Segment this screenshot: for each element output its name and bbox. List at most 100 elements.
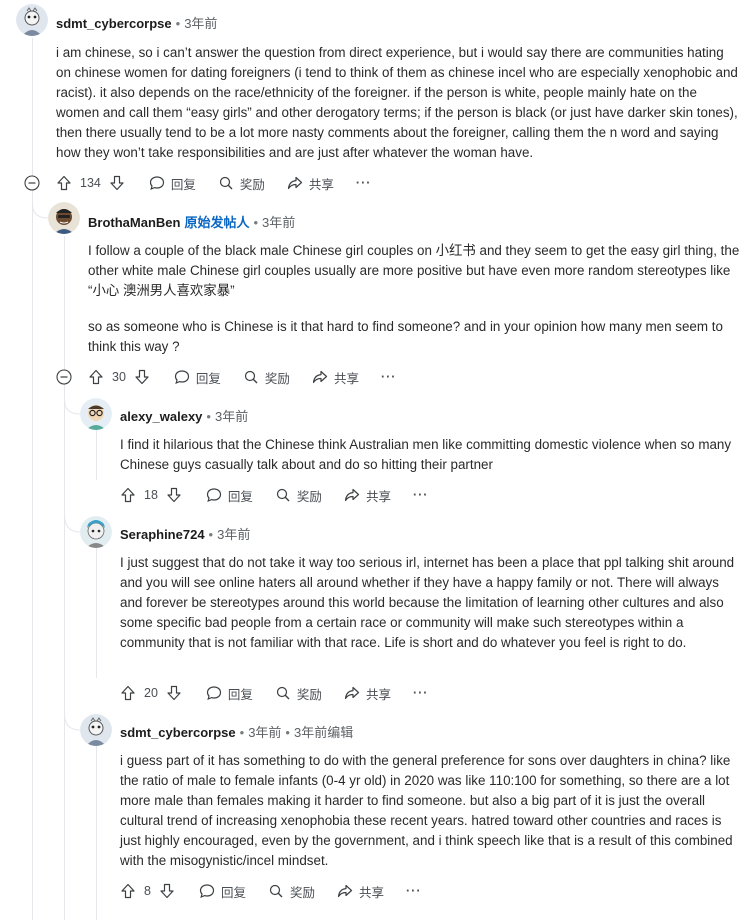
reply-button[interactable]: 回复 [199,882,246,901]
share-button[interactable]: 共享 [344,486,391,505]
share-button[interactable]: 共享 [337,882,384,901]
username[interactable]: sdmt_cybercorpse [120,725,236,740]
thread-line [96,546,97,678]
comment-actions: 134 回复 奖励 共享 ··· [56,172,371,194]
timestamp[interactable]: 3年前 [217,524,250,543]
username[interactable]: Seraphine724 [120,527,205,542]
more-options-button[interactable]: ··· [413,686,429,700]
collapse-minus-icon[interactable] [56,369,72,385]
comment-paragraph: I follow a couple of the black male Chin… [88,243,740,298]
vote-group: 30 [88,369,150,385]
comment-actions: 30 回复 奖励 共享 ··· [88,366,396,388]
share-arrow-icon [312,370,328,384]
award-icon [276,488,290,502]
share-arrow-icon [344,488,360,502]
reply-button[interactable]: 回复 [149,174,196,193]
comment-meta: sdmt_cybercorpse • 3年前 • 3年前编辑 [120,722,353,741]
avatar[interactable] [48,202,80,234]
reply-button[interactable]: 回复 [206,684,253,703]
award-button[interactable]: 奖励 [218,174,265,193]
share-button[interactable]: 共享 [312,368,359,387]
vote-group: 134 [56,175,125,191]
vote-count: 134 [80,176,101,190]
comment-bubble-icon [199,884,215,899]
comment-body: I find it hilarious that the Chinese thi… [120,435,744,475]
downvote-icon[interactable] [109,175,125,191]
upvote-icon[interactable] [120,685,136,701]
thread-line [96,428,97,480]
more-options-button[interactable]: ··· [356,176,372,190]
timestamp[interactable]: 3年前 [248,722,281,741]
comment-meta: alexy_walexy • 3年前 [120,406,248,425]
vote-group: 20 [120,685,182,701]
comment-body: I just suggest that do not take it way t… [120,553,744,653]
award-button[interactable]: 奖励 [275,684,322,703]
upvote-icon[interactable] [88,369,104,385]
upvote-icon[interactable] [120,487,136,503]
award-button[interactable]: 奖励 [243,368,290,387]
comment-paragraph: I just suggest that do not take it way t… [120,555,735,650]
comment-body: I follow a couple of the black male Chin… [88,241,744,357]
more-options-button[interactable]: ··· [413,488,429,502]
comment-body: i am chinese, so i can’t answer the ques… [56,43,742,163]
comment-meta: sdmt_cybercorpse • 3年前 [56,13,217,32]
edited-label: 3年前编辑 [293,725,354,740]
award-icon [219,176,233,190]
timestamp[interactable]: 3年前 [184,13,217,32]
share-arrow-icon [344,686,360,700]
comment-bubble-icon [206,686,222,701]
comment-paragraph: I find it hilarious that the Chinese thi… [120,437,732,472]
reply-button[interactable]: 回复 [206,486,253,505]
vote-count: 30 [112,370,126,384]
downvote-icon[interactable] [159,883,175,899]
op-badge: 原始发帖人 [184,215,250,230]
downvote-icon[interactable] [166,487,182,503]
comment-paragraph: so as someone who is Chinese is it that … [88,319,723,354]
reply-button[interactable]: 回复 [174,368,221,387]
thread-line [32,38,33,920]
thread-line [96,742,97,920]
username[interactable]: alexy_walexy [120,409,202,424]
vote-count: 8 [144,884,151,898]
username[interactable]: sdmt_cybercorpse [56,16,172,31]
comment-bubble-icon [174,370,190,385]
downvote-icon[interactable] [166,685,182,701]
timestamp[interactable]: 3年前 [262,212,295,231]
comment-paragraph: i guess part of it has something to do w… [120,753,733,868]
thread-line [64,236,65,920]
comment-meta: BrothaManBen 原始发帖人 • 3年前 [88,212,295,231]
comment-bubble-icon [206,488,222,503]
upvote-icon[interactable] [56,175,72,191]
award-icon [269,884,283,898]
more-options-button[interactable]: ··· [381,370,397,384]
comment-paragraph: i am chinese, so i can’t answer the ques… [56,45,738,160]
vote-group: 8 [120,883,175,899]
comment-actions: 20 回复 奖励 共享 ··· [120,682,428,704]
collapse-minus-icon[interactable] [24,175,40,191]
award-button[interactable]: 奖励 [275,486,322,505]
vote-count: 20 [144,686,158,700]
avatar[interactable] [80,714,112,746]
share-button[interactable]: 共享 [287,174,334,193]
comment-bubble-icon [149,176,164,191]
share-button[interactable]: 共享 [344,684,391,703]
more-options-button[interactable]: ··· [406,884,422,898]
share-arrow-icon [337,884,353,898]
timestamp[interactable]: 3年前 [215,406,248,425]
downvote-icon[interactable] [134,369,150,385]
username[interactable]: BrothaManBen [88,215,180,230]
comment-actions: 18 回复 奖励 共享 ··· [120,484,428,506]
share-arrow-icon [287,176,302,190]
comment-meta: Seraphine724 • 3年前 [120,524,250,543]
avatar[interactable] [80,516,112,548]
avatar[interactable] [80,398,112,430]
award-icon [276,686,290,700]
comment-actions: 8 回复 奖励 共享 ··· [120,880,422,902]
avatar[interactable] [16,4,48,36]
vote-count: 18 [144,488,158,502]
upvote-icon[interactable] [120,883,136,899]
vote-group: 18 [120,487,182,503]
comment-body: i guess part of it has something to do w… [120,751,744,871]
award-icon [244,370,258,384]
award-button[interactable]: 奖励 [268,882,315,901]
